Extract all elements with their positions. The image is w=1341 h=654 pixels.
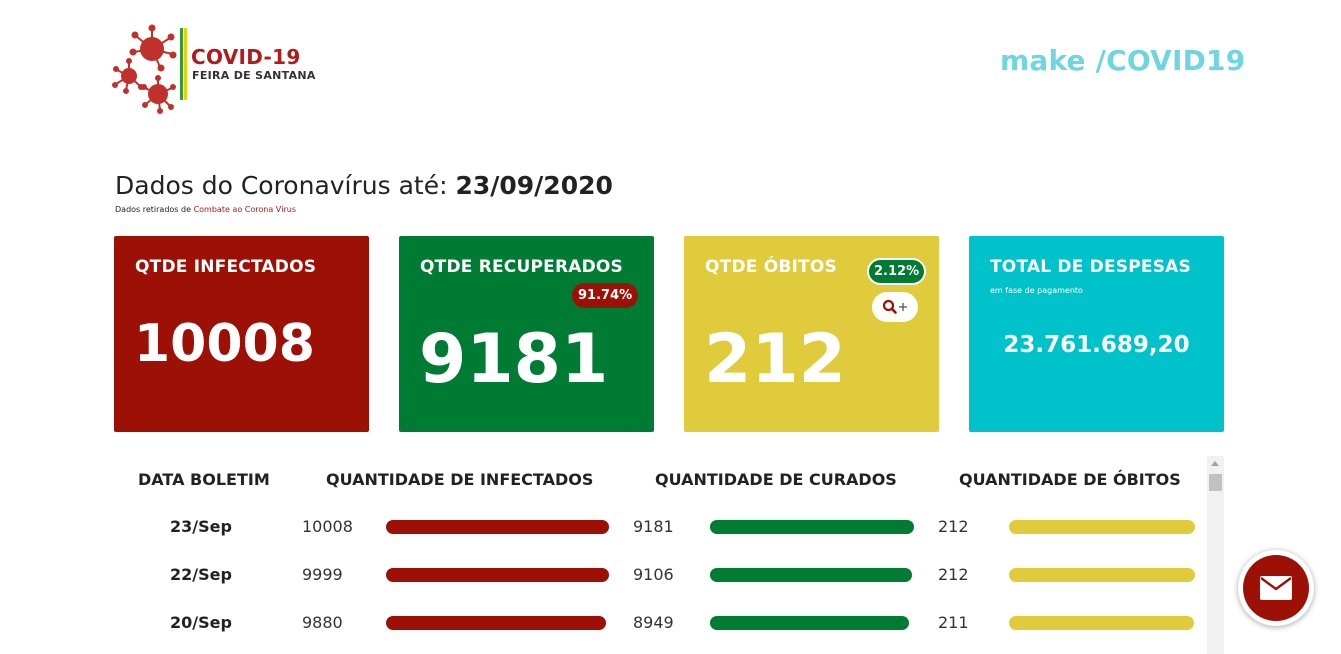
contact-mail-button-inner <box>1243 555 1309 621</box>
data-source: Dados retirados de Combate ao Corona Vír… <box>115 205 296 214</box>
page: COVID-19 FEIRA DE SANTANA make /COVID19 … <box>0 0 1341 654</box>
table-scrollbar[interactable] <box>1207 456 1224 654</box>
make-covid19-link[interactable]: make /COVID19 <box>1000 44 1245 77</box>
row-infectados-value: 9999 <box>302 565 343 584</box>
page-title: Dados do Coronavírus até: 23/09/2020 <box>115 171 613 200</box>
card-despesas-title: TOTAL DE DESPESAS <box>990 257 1191 277</box>
site-logo[interactable]: COVID-19 FEIRA DE SANTANA <box>112 14 332 114</box>
data-source-prefix: Dados retirados de <box>115 205 194 214</box>
row-infectados-bar <box>386 520 609 534</box>
row-obitos-value: 212 <box>938 565 969 584</box>
col-header-obitos: QUANTIDADE DE ÓBITOS <box>959 470 1181 489</box>
row-infectados-bar <box>386 616 606 630</box>
recuperados-percent-badge: 91.74% <box>572 283 639 308</box>
row-curados-value: 9181 <box>633 517 674 536</box>
row-curados-bar <box>710 616 909 630</box>
page-title-date: 23/09/2020 <box>455 171 613 200</box>
contact-mail-button[interactable] <box>1238 550 1314 626</box>
row-infectados-value: 9880 <box>302 613 343 632</box>
obitos-details-button[interactable] <box>872 292 918 322</box>
row-infectados-value: 10008 <box>302 517 353 536</box>
row-obitos-bar <box>1009 616 1194 630</box>
row-obitos-value: 212 <box>938 517 969 536</box>
row-date: 20/Sep <box>170 613 232 632</box>
card-obitos-value: 212 <box>704 320 846 399</box>
col-header-data: DATA BOLETIM <box>138 470 270 489</box>
row-infectados-bar <box>386 568 609 582</box>
data-source-link[interactable]: Combate ao Corona Vírus <box>194 205 296 214</box>
obitos-percent-badge: 2.12% <box>867 258 927 285</box>
card-obitos-title: QTDE ÓBITOS <box>705 257 837 277</box>
row-curados-value: 8949 <box>633 613 674 632</box>
col-header-curados: QUANTIDADE DE CURADOS <box>655 470 897 489</box>
card-infectados-value: 10008 <box>134 314 315 374</box>
card-infectados-title: QTDE INFECTADOS <box>135 257 317 277</box>
row-obitos-value: 211 <box>938 613 969 632</box>
logo-subtitle: FEIRA DE SANTANA <box>192 69 316 82</box>
row-obitos-bar <box>1009 520 1195 534</box>
card-recuperados-value: 9181 <box>419 320 609 399</box>
row-date: 23/Sep <box>170 517 232 536</box>
col-header-infectados: QUANTIDADE DE INFECTADOS <box>326 470 594 489</box>
row-curados-value: 9106 <box>633 565 674 584</box>
card-recuperados-title: QTDE RECUPERADOS <box>420 257 623 277</box>
virus-logo-icon <box>112 24 187 114</box>
card-obitos: QTDE ÓBITOS 2.12% 212 <box>684 236 939 432</box>
card-despesas-value: 23.761.689,20 <box>1003 332 1190 358</box>
card-infectados: QTDE INFECTADOS 10008 <box>114 236 369 432</box>
card-despesas-subtitle: em fase de pagamento <box>990 286 1083 295</box>
scrollbar-thumb[interactable] <box>1209 474 1222 491</box>
card-despesas: TOTAL DE DESPESAS em fase de pagamento 2… <box>969 236 1224 432</box>
row-curados-bar <box>710 520 914 534</box>
row-obitos-bar <box>1009 568 1195 582</box>
row-curados-bar <box>710 568 912 582</box>
scroll-up-arrow-icon[interactable] <box>1211 461 1219 466</box>
row-date: 22/Sep <box>170 565 232 584</box>
search-plus-icon <box>882 299 907 314</box>
card-recuperados: QTDE RECUPERADOS 91.74% 9181 <box>399 236 654 432</box>
page-title-prefix: Dados do Coronavírus até: <box>115 171 456 200</box>
logo-title: COVID-19 <box>191 45 301 69</box>
envelope-icon <box>1260 576 1292 600</box>
